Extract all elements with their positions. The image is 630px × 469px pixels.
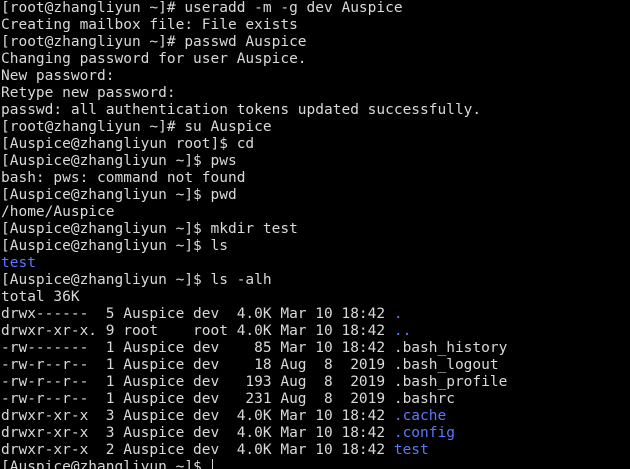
terminal-line: [Auspice@zhangliyun ~]$ pwd [1,187,507,204]
terminal-text: [root@zhangliyun ~]# passwd Auspice [1,34,307,50]
terminal-text: -rw-r--r-- 1 Auspice dev 18 Aug 8 2019 .… [1,357,499,373]
terminal-text: -rw-r--r-- 1 Auspice dev 231 Aug 8 2019 … [1,391,455,407]
terminal-text: Creating mailbox file: File exists [1,17,298,33]
terminal-line: [root@zhangliyun ~]# passwd Auspice [1,34,507,51]
terminal-line: -rw-r--r-- 1 Auspice dev 193 Aug 8 2019 … [1,374,507,391]
terminal-text: -rw------- 1 Auspice dev 85 Mar 10 18:42… [1,340,508,356]
terminal-text: [root@zhangliyun ~]# su Auspice [1,119,272,135]
terminal-text: drwxr-xr-x 3 Auspice dev 4.0K Mar 10 18:… [1,408,394,424]
terminal-line: passwd: all authentication tokens update… [1,102,507,119]
terminal-text: [Auspice@zhangliyun ~]$ pwd [1,187,237,203]
terminal-line: New password: [1,68,507,85]
terminal-line: total 36K [1,289,507,306]
terminal-text: New password: [1,68,115,84]
terminal-text: [root@zhangliyun ~]# useradd -m -g dev A… [1,0,403,16]
text-cursor [211,459,213,469]
terminal-text: drwxr-xr-x 2 Auspice dev 4.0K Mar 10 18:… [1,442,394,458]
terminal-text: [Auspice@zhangliyun ~]$ pws [1,153,237,169]
terminal-text: [Auspice@zhangliyun ~]$ [1,459,211,469]
directory-name: .config [393,425,455,441]
terminal-text: Retype new password: [1,85,176,101]
terminal-line: drwxr-xr-x. 9 root root 4.0K Mar 10 18:4… [1,323,507,340]
terminal-line: drwxr-xr-x 3 Auspice dev 4.0K Mar 10 18:… [1,425,507,442]
terminal-text: [Auspice@zhangliyun root]$ cd [1,136,255,152]
terminal-line: Retype new password: [1,85,507,102]
directory-name: .. [393,323,412,339]
terminal-line: -rw------- 1 Auspice dev 85 Mar 10 18:42… [1,340,507,357]
terminal-text: [Auspice@zhangliyun ~]$ ls -alh [1,272,272,288]
terminal-text: total 36K [1,289,80,305]
terminal-line: [Auspice@zhangliyun ~]$ ls [1,238,507,255]
terminal-line: Creating mailbox file: File exists [1,17,507,34]
terminal-line: -rw-r--r-- 1 Auspice dev 231 Aug 8 2019 … [1,391,507,408]
terminal-line: drwx------ 5 Auspice dev 4.0K Mar 10 18:… [1,306,507,323]
terminal-line: drwxr-xr-x 2 Auspice dev 4.0K Mar 10 18:… [1,442,507,459]
terminal-text: Changing password for user Auspice. [1,51,307,67]
terminal-text: /home/Auspice [1,204,115,220]
terminal-text: [Auspice@zhangliyun ~]$ ls [1,238,228,254]
terminal-text: bash: pws: command not found [1,170,246,186]
directory-name: test [393,442,429,458]
terminal-line: Changing password for user Auspice. [1,51,507,68]
directory-name: .cache [393,408,447,424]
terminal-output: [root@zhangliyun ~]# useradd -m -g dev A… [1,0,507,469]
terminal-line: drwxr-xr-x 3 Auspice dev 4.0K Mar 10 18:… [1,408,507,425]
terminal-text: [Auspice@zhangliyun ~]$ mkdir test [1,221,298,237]
terminal-line: [Auspice@zhangliyun ~]$ [1,459,507,469]
directory-name: test [1,255,36,271]
directory-name: . [393,306,403,322]
terminal-window[interactable]: [root@zhangliyun ~]# useradd -m -g dev A… [0,0,630,469]
terminal-line: [root@zhangliyun ~]# su Auspice [1,119,507,136]
terminal-line: -rw-r--r-- 1 Auspice dev 18 Aug 8 2019 .… [1,357,507,374]
terminal-line: [Auspice@zhangliyun ~]$ mkdir test [1,221,507,238]
terminal-line: bash: pws: command not found [1,170,507,187]
terminal-line: [Auspice@zhangliyun ~]$ ls -alh [1,272,507,289]
terminal-text: drwxr-xr-x 3 Auspice dev 4.0K Mar 10 18:… [1,425,394,441]
terminal-text: -rw-r--r-- 1 Auspice dev 193 Aug 8 2019 … [1,374,508,390]
terminal-line: [root@zhangliyun ~]# useradd -m -g dev A… [1,0,507,17]
terminal-line: [Auspice@zhangliyun root]$ cd [1,136,507,153]
terminal-line: [Auspice@zhangliyun ~]$ pws [1,153,507,170]
terminal-text: passwd: all authentication tokens update… [1,102,482,118]
terminal-line: /home/Auspice [1,204,507,221]
terminal-text: drwxr-xr-x. 9 root root 4.0K Mar 10 18:4… [1,323,394,339]
terminal-line: test [1,255,507,272]
terminal-text: drwx------ 5 Auspice dev 4.0K Mar 10 18:… [1,306,394,322]
